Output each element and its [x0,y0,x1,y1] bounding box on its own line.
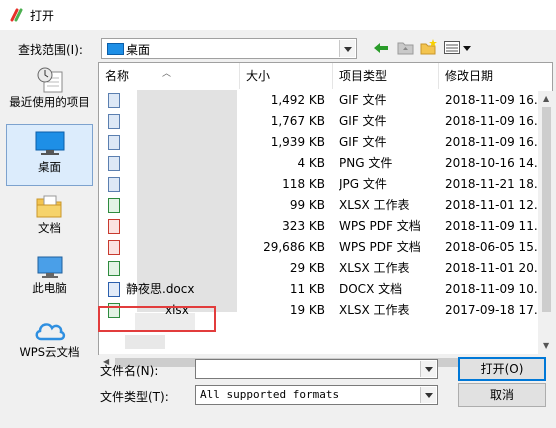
place-wps-cloud[interactable]: WPS云文档 [6,316,93,362]
window-title: 打开 [30,9,55,23]
image-file-icon [108,177,120,192]
places-bar: 最近使用的项目 桌面 文档 此电脑 WPS云文档 [6,62,93,362]
chevron-down-icon[interactable] [339,40,355,57]
place-desktop[interactable]: 桌面 [6,124,93,186]
recent-documents-icon [37,67,63,93]
pdf-file-icon [108,240,120,255]
column-header-name[interactable]: 名称 ︿ [99,63,240,89]
xlsx-file-icon [108,261,120,276]
blurred-filenames [125,335,165,349]
file-row[interactable]: 99 KB XLSX 工作表 2018-11-01 12. [99,195,552,216]
look-in-label: 查找范围(I): [18,43,83,57]
file-row[interactable]: 29,686 KB WPS PDF 文档 2018-06-05 15. [99,237,552,258]
place-label: 此电脑 [32,281,67,295]
image-file-icon [108,114,120,129]
file-row[interactable]: 1,492 KB GIF 文件 2018-11-09 16. [99,90,552,111]
file-row[interactable]: 1,767 KB GIF 文件 2018-11-09 16. [99,111,552,132]
up-folder-icon[interactable] [397,40,414,55]
column-header-size[interactable]: 大小 [240,63,333,89]
title-bar: 打开 [0,0,556,30]
look-in-dropdown[interactable]: 桌面 [101,38,357,59]
desktop-icon [35,131,65,155]
open-file-dialog: 查找范围(I): 桌面 最近使用的项目 桌面 文档 此电脑 WPS云文档 名称 … [0,30,556,428]
docx-file-icon [108,282,120,297]
image-file-icon [108,156,120,171]
column-header-type[interactable]: 项目类型 [333,63,439,89]
cancel-button[interactable]: 取消 [458,383,546,407]
view-menu-icon[interactable] [444,41,472,55]
sort-up-icon: ︿ [162,69,172,79]
place-label: 桌面 [38,160,61,174]
documents-folder-icon [36,195,62,218]
scroll-up-icon[interactable]: ▲ [543,94,549,103]
open-button[interactable]: 打开(O) [458,357,546,381]
image-file-icon [108,135,120,150]
app-logo-icon [10,8,23,22]
file-row[interactable]: 1,939 KB GIF 文件 2018-11-09 16. [99,132,552,153]
place-documents[interactable]: 文档 [6,190,93,242]
vertical-scrollbar[interactable]: ▲ ▼ [538,91,555,356]
pdf-file-icon [108,219,120,234]
wps-cloud-icon [35,323,66,341]
filename-label: 文件名(N): [100,364,159,378]
file-name: 静夜思.docx [126,282,195,296]
file-row[interactable]: 323 KB WPS PDF 文档 2018-11-09 11. [99,216,552,237]
new-folder-icon[interactable] [420,38,438,55]
filetype-label: 文件类型(T): [100,390,169,404]
image-file-icon [108,93,120,108]
scroll-thumb[interactable] [542,107,551,312]
place-recent[interactable]: 最近使用的项目 [6,62,93,122]
chevron-down-icon[interactable] [420,387,436,403]
selected-file-highlight [98,306,216,332]
this-pc-icon [37,256,63,278]
desktop-icon [107,43,124,55]
look-in-value: 桌面 [126,43,151,57]
filetype-select[interactable]: All supported formats [195,385,438,405]
file-row[interactable]: 4 KB PNG 文件 2018-10-16 14. [99,153,552,174]
place-label: 文档 [38,221,61,235]
place-label: WPS云文档 [19,345,80,359]
place-label: 最近使用的项目 [9,95,90,109]
scroll-down-icon[interactable]: ▼ [543,341,549,350]
column-header-modified[interactable]: 修改日期 [439,63,552,89]
file-row[interactable]: 29 KB XLSX 工作表 2018-11-01 20. [99,258,552,279]
back-arrow-icon[interactable] [373,41,389,55]
file-row[interactable]: 118 KB JPG 文件 2018-11-21 18. [99,174,552,195]
place-this-pc[interactable]: 此电脑 [6,250,93,302]
chevron-down-icon[interactable] [420,361,436,377]
file-row[interactable]: 静夜思.docx 11 KB DOCX 文档 2018-11-09 10. [99,279,552,300]
xlsx-file-icon [108,198,120,213]
filename-input[interactable] [195,359,438,379]
